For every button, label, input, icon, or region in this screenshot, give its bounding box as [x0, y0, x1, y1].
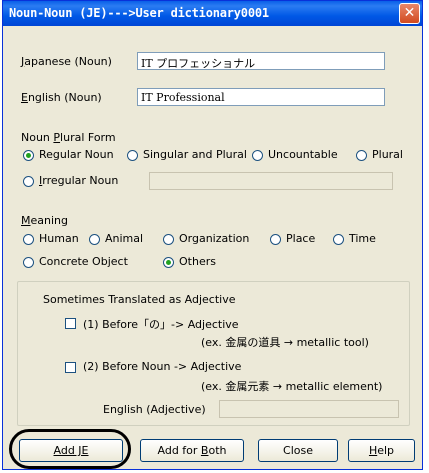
close-button[interactable]: Close — [258, 439, 338, 462]
radio-time-label[interactable]: Time — [349, 232, 376, 245]
irregular-noun-input[interactable] — [149, 172, 393, 190]
japanese-noun-label: Japanese (Noun) — [21, 55, 112, 68]
radio-irregular-noun-label[interactable]: Irregular Noun — [39, 174, 118, 187]
radio-others-label[interactable]: Others — [179, 255, 216, 268]
radio-concrete-object-label[interactable]: Concrete Object — [39, 255, 128, 268]
checkbox-before-no-label[interactable]: (1) Before「の」-> Adjective — [83, 316, 239, 332]
before-no-example: (ex. 金属の道具 → metallic tool) — [201, 336, 369, 349]
add-both-label-pre: Add for — [157, 444, 201, 457]
help-accel: H — [368, 444, 378, 457]
japanese-noun-input[interactable]: IT プロフェッショナル — [137, 52, 385, 70]
meaning-label: Meaning — [21, 214, 68, 227]
title-bar[interactable]: Noun-Noun (JE)--->User dictionary0001 ✕ — [3, 1, 422, 26]
radio-irregular-noun[interactable] — [23, 176, 34, 187]
screenshot-canvas: Noun-Noun (JE)--->User dictionary0001 ✕ … — [0, 0, 429, 473]
radio-singular-and-plural[interactable] — [127, 150, 138, 161]
radio-concrete-object[interactable] — [23, 257, 34, 268]
radio-singular-and-plural-label[interactable]: Singular and Plural — [143, 148, 247, 161]
japanese-noun-label-text: apanese (Noun) — [24, 55, 112, 68]
close-window-button[interactable]: ✕ — [399, 3, 420, 24]
radio-organization-label[interactable]: Organization — [179, 232, 249, 245]
english-noun-input[interactable]: IT Professional — [137, 88, 385, 106]
help-button[interactable]: Help — [348, 439, 415, 462]
radio-time[interactable] — [333, 234, 344, 245]
radio-animal[interactable] — [89, 234, 100, 245]
radio-animal-label[interactable]: Animal — [105, 232, 143, 245]
english-adjective-label: English (Adjective) — [103, 403, 206, 416]
radio-uncountable[interactable] — [252, 150, 263, 161]
add-je-label: Add JE — [53, 444, 89, 457]
meaning-label-rest: eaning — [30, 214, 69, 227]
before-noun-example: (ex. 金属元素 → metallic element) — [201, 380, 383, 393]
window-title: Noun-Noun (JE)--->User dictionary0001 — [9, 6, 269, 20]
plural-form-label-pre: Noun — [21, 131, 54, 144]
add-je-button[interactable]: Add JE — [19, 439, 123, 462]
add-for-both-button[interactable]: Add for Both — [140, 439, 244, 462]
add-both-label-rest: oth — [208, 444, 227, 457]
english-noun-accel: E — [21, 91, 28, 104]
radio-plural[interactable] — [356, 150, 367, 161]
irregular-noun-label-rest: rregular Noun — [42, 174, 119, 187]
radio-regular-noun-label[interactable]: Regular Noun — [39, 148, 114, 161]
english-adjective-input[interactable] — [219, 400, 399, 418]
radio-human-label[interactable]: Human — [39, 232, 79, 245]
radio-place-label[interactable]: Place — [286, 232, 315, 245]
help-label-rest: elp — [377, 444, 395, 457]
checkbox-before-no[interactable] — [65, 318, 76, 329]
dictionary-dialog: Noun-Noun (JE)--->User dictionary0001 ✕ … — [2, 0, 423, 470]
meaning-accel: M — [21, 214, 31, 227]
plural-form-label-rest: lural Form — [60, 131, 116, 144]
adjective-group-title: Sometimes Translated as Adjective — [43, 293, 236, 306]
english-noun-label-text: nglish (Noun) — [27, 91, 102, 104]
radio-organization[interactable] — [163, 234, 174, 245]
radio-uncountable-label[interactable]: Uncountable — [268, 148, 338, 161]
radio-regular-noun[interactable] — [23, 150, 34, 161]
english-noun-label: English (Noun) — [21, 91, 102, 104]
checkbox-before-noun-label[interactable]: (2) Before Noun -> Adjective — [83, 360, 241, 373]
radio-place[interactable] — [270, 234, 281, 245]
radio-plural-label[interactable]: Plural — [372, 148, 403, 161]
checkbox-before-noun[interactable] — [65, 362, 76, 373]
radio-human[interactable] — [23, 234, 34, 245]
plural-form-label: Noun Plural Form — [21, 131, 116, 144]
radio-others[interactable] — [163, 257, 174, 268]
